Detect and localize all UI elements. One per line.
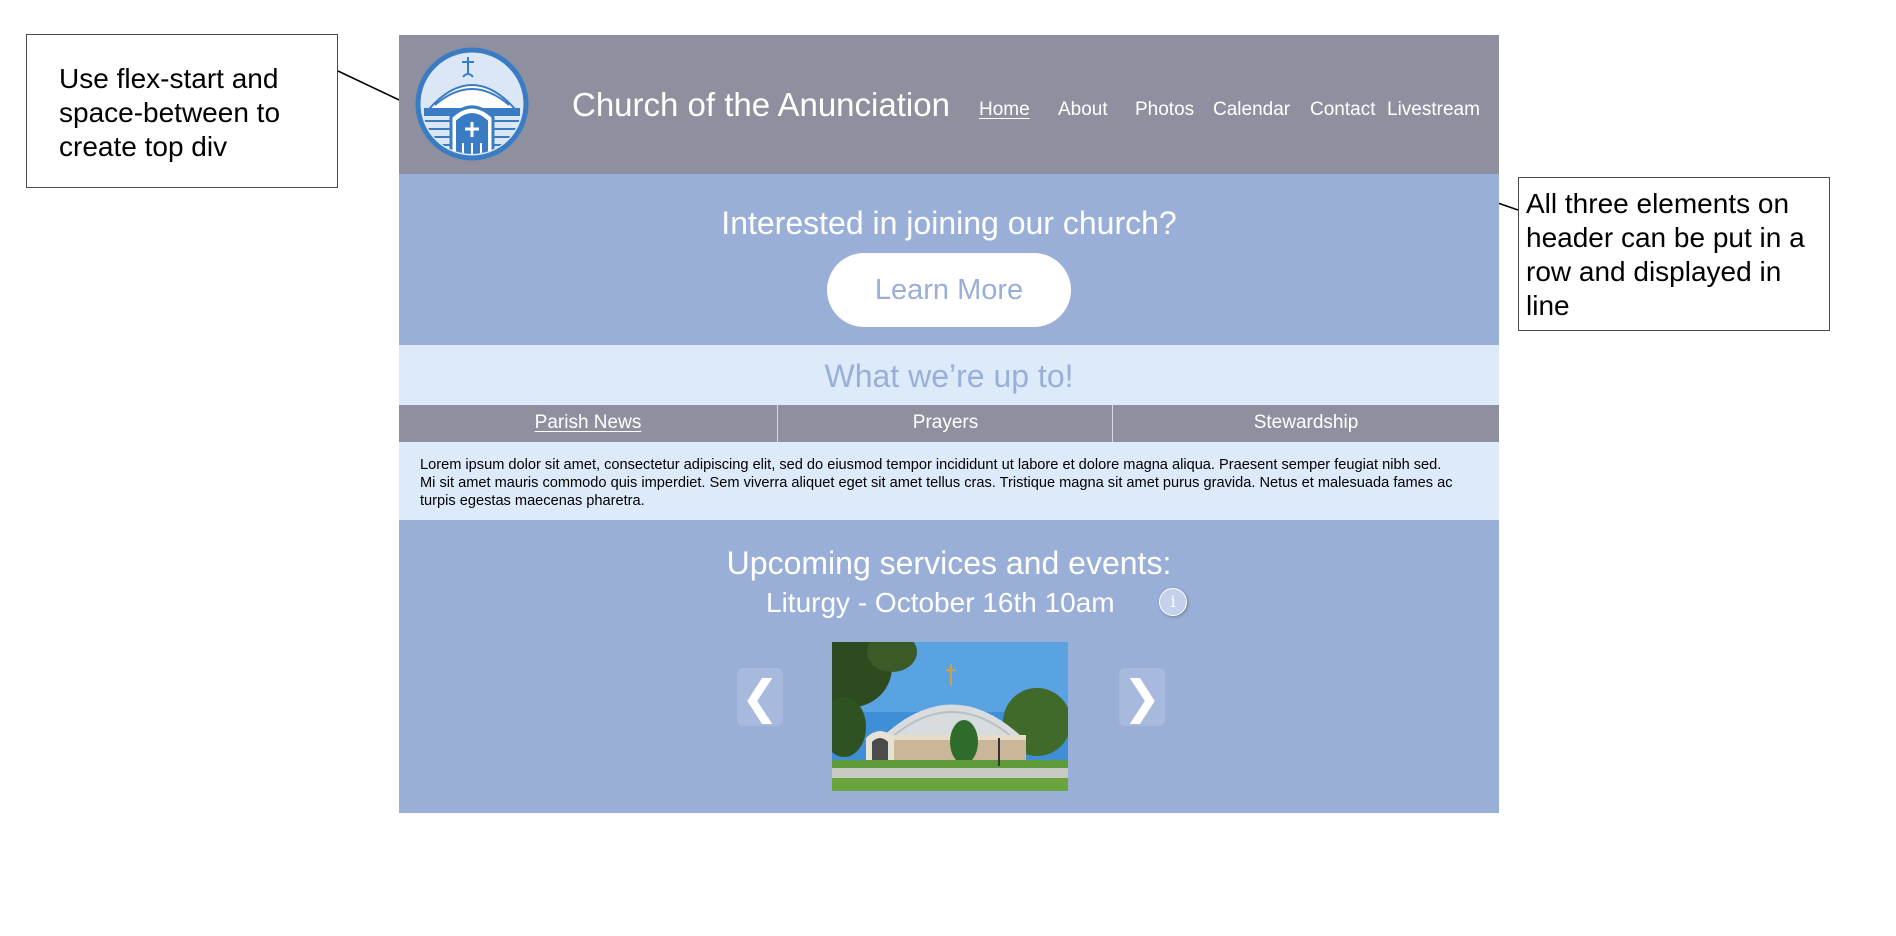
annotation-text-right: All three elements on header can be put … bbox=[1526, 188, 1805, 321]
annotation-text-left: Use flex-start and space-between to crea… bbox=[59, 63, 281, 162]
tab-prayers-label: Prayers bbox=[912, 412, 979, 433]
tab-stewardship-label: Stewardship bbox=[1253, 412, 1359, 433]
nav-livestream[interactable]: Livestream bbox=[1387, 98, 1480, 122]
nav-photos[interactable]: Photos bbox=[1135, 98, 1194, 122]
info-icon[interactable]: i bbox=[1159, 588, 1187, 616]
join-banner: Interested in joining our church? Learn … bbox=[399, 174, 1499, 345]
join-heading: Interested in joining our church? bbox=[721, 205, 1177, 241]
tab-parish-news-label: Parish News bbox=[534, 412, 642, 433]
annotation-note-left: Use flex-start and space-between to crea… bbox=[26, 34, 338, 188]
nav-home[interactable]: Home bbox=[979, 98, 1030, 122]
site-header: Church of the Anunciation Home About Pho… bbox=[399, 35, 1499, 174]
updates-heading: What we’re up to! bbox=[824, 358, 1074, 394]
nav-about[interactable]: About bbox=[1058, 98, 1108, 122]
events-section: Upcoming services and events: Liturgy - … bbox=[399, 520, 1499, 813]
nav-contact[interactable]: Contact bbox=[1310, 98, 1375, 122]
chevron-left-icon: ❮ bbox=[740, 670, 780, 724]
annotation-note-right: All three elements on header can be put … bbox=[1518, 177, 1830, 331]
church-logo-icon[interactable] bbox=[415, 47, 529, 161]
updates-banner: What we’re up to! bbox=[399, 345, 1499, 405]
carousel-next-button[interactable]: ❯ bbox=[1119, 668, 1165, 726]
nav-calendar[interactable]: Calendar bbox=[1213, 98, 1290, 122]
updates-tabs: Parish News Prayers Stewardship bbox=[399, 405, 1499, 442]
tab-stewardship[interactable]: Stewardship bbox=[1113, 405, 1499, 442]
site-title: Church of the Anunciation bbox=[572, 86, 950, 123]
event-title: Liturgy - October 16th 10am bbox=[766, 587, 1115, 618]
tab-content-panel: Lorem ipsum dolor sit amet, consectetur … bbox=[399, 442, 1499, 520]
tab-prayers[interactable]: Prayers bbox=[778, 405, 1113, 442]
tab-parish-news[interactable]: Parish News bbox=[399, 405, 777, 442]
tab-content-text: Lorem ipsum dolor sit amet, consectetur … bbox=[420, 457, 1453, 509]
events-heading: Upcoming services and events: bbox=[726, 545, 1172, 581]
carousel-prev-button[interactable]: ❮ bbox=[737, 668, 783, 726]
chevron-right-icon: ❯ bbox=[1122, 670, 1162, 724]
church-building-photo bbox=[832, 642, 1068, 791]
learn-more-button[interactable]: Learn More bbox=[827, 253, 1071, 327]
